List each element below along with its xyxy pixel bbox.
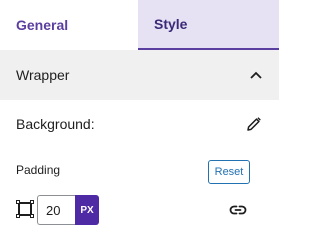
padding-value-input[interactable] bbox=[37, 195, 75, 225]
section-title: Wrapper bbox=[16, 67, 70, 83]
padding-label: Padding bbox=[16, 163, 61, 177]
reset-button[interactable]: Reset bbox=[208, 160, 250, 184]
unit-selector-button[interactable]: PX bbox=[75, 195, 99, 225]
link-icon[interactable] bbox=[229, 201, 247, 219]
background-row: Background: bbox=[16, 112, 263, 136]
box-sides-icon[interactable] bbox=[16, 200, 34, 218]
tab-bar: General Style bbox=[0, 0, 279, 50]
chevron-up-icon[interactable] bbox=[249, 68, 263, 82]
tab-general[interactable]: General bbox=[0, 0, 138, 50]
pencil-icon[interactable] bbox=[245, 115, 263, 133]
wrapper-section-header[interactable]: Wrapper bbox=[0, 50, 279, 100]
tab-style[interactable]: Style bbox=[138, 0, 279, 50]
background-label: Background: bbox=[16, 116, 95, 132]
tab-general-label: General bbox=[16, 17, 69, 33]
tab-style-label: Style bbox=[154, 16, 188, 32]
